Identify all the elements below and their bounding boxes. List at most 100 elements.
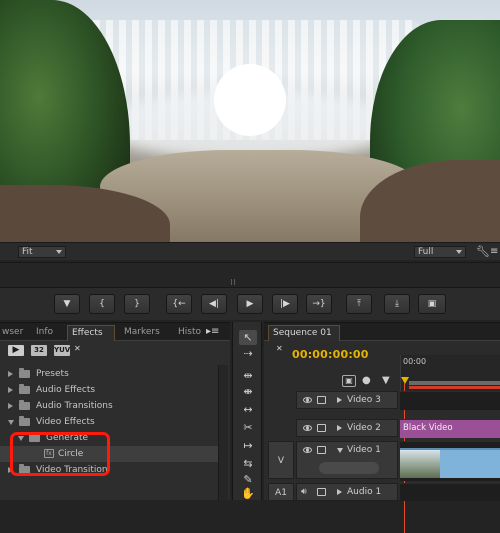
timeline-panel: Sequence 01 ✕ 00:00:00:00 ▣ ● ▼ 00:00 Vi… — [264, 322, 500, 533]
panel-menu-icon[interactable]: ▸≡ — [206, 326, 219, 337]
rolling-edit-tool-icon[interactable]: ⇼ — [239, 384, 257, 399]
eye-icon[interactable] — [303, 425, 312, 431]
tab-history[interactable]: Histo — [174, 325, 205, 341]
lift-icon[interactable]: ⤒ — [346, 294, 372, 314]
effects-tree-item[interactable]: Audio Transitions — [0, 398, 218, 414]
tab-media-browser[interactable]: wser — [0, 325, 27, 341]
track-header-video-2[interactable]: Video 2 — [296, 419, 398, 437]
tab-effects[interactable]: Effects ✕ — [67, 325, 115, 353]
red-highlight-annotation — [10, 432, 110, 476]
track-target-a1[interactable]: A1 — [268, 483, 294, 501]
step-back-icon[interactable]: ◀| — [201, 294, 227, 314]
zoom-level-dropdown[interactable]: Fit — [18, 246, 66, 258]
folder-icon — [19, 416, 30, 426]
chevron-right-icon[interactable] — [337, 489, 342, 495]
tab-markers[interactable]: Markers — [120, 325, 164, 341]
zoom-level-value: Fit — [22, 247, 33, 257]
track-lane[interactable] — [400, 441, 500, 481]
accelerated-effects-icon[interactable]: ▶ — [8, 345, 24, 356]
track-lane[interactable]: Black Video — [400, 419, 500, 438]
monitor-settings-bar: Fit Full 🔧︎ ≡ — [0, 242, 500, 260]
film-icon[interactable] — [317, 446, 326, 454]
track-target-v[interactable]: V — [268, 441, 294, 479]
export-frame-icon[interactable]: ▣ — [418, 294, 446, 314]
effects-tree-label: Video Effects — [36, 417, 95, 427]
eye-icon[interactable] — [303, 447, 312, 453]
step-forward-icon[interactable]: |▶ — [272, 294, 298, 314]
work-area-bar[interactable] — [409, 381, 500, 385]
lock-icon[interactable] — [317, 488, 326, 496]
razor-tool-icon[interactable]: ✂ — [239, 420, 257, 435]
track-lane[interactable] — [400, 391, 500, 410]
snap-icon[interactable]: ▣ — [342, 375, 356, 387]
wrench-icon[interactable]: 🔧︎ — [476, 245, 490, 258]
track-select-tool-icon[interactable]: ⇢ — [239, 346, 257, 361]
effects-tree-item[interactable]: Video Effects — [0, 414, 218, 430]
yuv-effects-icon[interactable]: YUV — [54, 345, 70, 356]
chevron-right-icon[interactable] — [337, 425, 342, 431]
mark-out-icon[interactable]: } — [124, 294, 150, 314]
track-header-video-3[interactable]: Video 3 — [296, 391, 398, 409]
32bit-effects-icon[interactable]: 32 — [31, 345, 47, 356]
track-label: Audio 1 — [347, 487, 382, 497]
rate-stretch-tool-icon[interactable]: ↔ — [239, 402, 257, 417]
slide-tool-icon[interactable]: ⇆ — [239, 456, 257, 471]
track-header-video-1[interactable]: Video 1 — [296, 441, 398, 479]
transport-controls: ▼ {} {← ◀| ▶ |▶ →} ⤒ ⤓ ▣ — [0, 288, 500, 320]
time-ruler[interactable]: 00:00 — [400, 355, 500, 533]
play-icon[interactable]: ▶ — [237, 294, 263, 314]
ruler-time-label: 00:00 — [403, 357, 427, 366]
tab-sequence[interactable]: Sequence 01 ✕ — [268, 325, 340, 353]
scrollbar[interactable] — [218, 365, 228, 501]
track-header-audio-1[interactable]: 🔊︎ Audio 1 — [296, 483, 398, 501]
clip-video-1[interactable] — [400, 448, 500, 478]
effects-tree-item[interactable]: Presets — [0, 366, 218, 382]
slip-tool-icon[interactable]: ↦ — [239, 438, 257, 453]
chevron-down-icon — [56, 250, 62, 254]
go-to-out-icon[interactable]: →} — [306, 294, 332, 314]
track-lane[interactable] — [400, 483, 500, 501]
render-bar — [409, 386, 500, 389]
playhead-icon[interactable] — [401, 377, 409, 384]
program-monitor-preview — [0, 0, 500, 242]
chevron-right-icon[interactable] — [8, 387, 13, 393]
hand-tool-icon[interactable]: ✋ — [239, 486, 257, 501]
chevron-right-icon[interactable] — [8, 403, 13, 409]
ripple-edit-tool-icon[interactable]: ⇹ — [239, 368, 257, 383]
linked-selection-icon[interactable]: ● — [362, 375, 371, 386]
extract-icon[interactable]: ⤓ — [384, 294, 410, 314]
keyframe-controls[interactable] — [319, 462, 379, 474]
track-label: Video 2 — [347, 423, 381, 433]
folder-icon — [19, 368, 30, 378]
go-to-in-icon[interactable]: {← — [166, 294, 192, 314]
effects-tree-item[interactable]: Audio Effects — [0, 382, 218, 398]
time-scrubber[interactable] — [0, 262, 500, 288]
pen-tool-icon[interactable]: ✎ — [239, 472, 257, 487]
playback-quality-value: Full — [418, 247, 434, 257]
chevron-down-icon[interactable] — [337, 448, 343, 453]
add-marker-icon[interactable]: ▼ — [54, 294, 80, 314]
clip-label: Black Video — [403, 423, 453, 433]
scrubber-handle[interactable] — [231, 279, 235, 285]
eye-icon[interactable] — [303, 397, 312, 403]
circle-effect-overlay[interactable] — [214, 64, 286, 136]
chevron-down-icon[interactable] — [8, 420, 14, 425]
timecode-display[interactable]: 00:00:00:00 — [292, 348, 369, 361]
speaker-icon[interactable]: 🔊︎ — [301, 484, 307, 500]
effects-panel: wser Info Effects ✕ Markers Histo ▸≡ ▶ 3… — [0, 322, 230, 501]
chevron-right-icon[interactable] — [337, 397, 342, 403]
tab-info[interactable]: Info — [32, 325, 57, 341]
add-marker-icon[interactable]: ▼ — [382, 375, 390, 386]
playback-quality-dropdown[interactable]: Full — [414, 246, 466, 258]
panel-menu-icon[interactable]: ≡ — [490, 246, 498, 257]
film-icon[interactable] — [317, 396, 326, 404]
clip-black-video[interactable]: Black Video — [400, 420, 500, 438]
folder-icon — [19, 400, 30, 410]
chevron-down-icon — [456, 250, 462, 254]
chevron-right-icon[interactable] — [8, 371, 13, 377]
close-icon[interactable]: ✕ — [74, 344, 81, 353]
close-icon[interactable]: ✕ — [276, 344, 283, 353]
mark-in-icon[interactable]: { — [89, 294, 115, 314]
film-icon[interactable] — [317, 424, 326, 432]
selection-tool-icon[interactable]: ↖ — [239, 330, 257, 345]
